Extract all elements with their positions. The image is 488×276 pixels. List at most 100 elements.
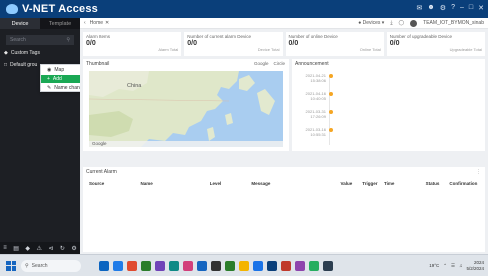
devices-dropdown[interactable]: ● Devices ▾ — [358, 20, 384, 26]
minimize-button[interactable]: – — [460, 4, 464, 12]
column-header-message[interactable]: Message — [251, 181, 340, 186]
sidebar-search-input[interactable]: Search ⚲ — [6, 35, 74, 45]
breadcrumb-home[interactable]: Home — [90, 20, 103, 26]
user-icon[interactable]: ☻ — [427, 4, 434, 12]
sidebar-item-custom-tags[interactable]: ◆ Custom Tags — [0, 48, 80, 58]
column-header-trigger[interactable]: Trigger — [362, 181, 384, 186]
announcement-timestamp: 2021-04-21 15:38:06 — [302, 73, 326, 83]
taskbar-search-input[interactable]: ⚲ Search — [21, 259, 81, 272]
taskbar-app-icon[interactable] — [141, 260, 151, 271]
taskbar-app-icon[interactable] — [239, 260, 249, 271]
column-header-source[interactable]: Source — [89, 181, 140, 186]
close-button[interactable]: ✕ — [478, 4, 484, 12]
stat-sub-label: Alarm Total — [158, 47, 179, 52]
taskbar-app-icon[interactable] — [169, 260, 179, 271]
column-header-time[interactable]: Time — [384, 181, 426, 186]
network-icon[interactable]: ☰ — [451, 263, 455, 269]
list-item[interactable]: 2021-04-16 10:40:05 — [302, 91, 333, 109]
current-alarm-panel: Current Alarm ⋮ Source Name Level Messag… — [83, 167, 485, 252]
settings-icon[interactable]: ⚙ — [440, 4, 446, 12]
tab-template[interactable]: Template — [40, 18, 80, 29]
stat-sub-label: Device Total — [257, 47, 280, 52]
settings-icon[interactable]: ⚙ — [71, 245, 76, 252]
notification-icon[interactable]: ◯ — [399, 20, 405, 26]
search-placeholder: Search — [10, 37, 26, 43]
maximize-button[interactable]: □ — [469, 4, 473, 12]
column-header-value[interactable]: Value — [340, 181, 362, 186]
taskbar-app-icon[interactable] — [183, 260, 193, 271]
stat-label: Number of upgradeable Device — [389, 34, 453, 39]
main-content: ‹ Home ✕ ● Devices ▾ ⤓ ◯ TEAM_IOT_BYMON_… — [80, 18, 488, 254]
list-item[interactable]: 2021-03-16 10:55:31 — [302, 127, 333, 145]
refresh-icon[interactable]: ↻ — [60, 245, 65, 252]
stat-card-current-alarm-device: Number of current alarm Device 0/0 Devic… — [184, 32, 283, 56]
search-icon[interactable]: ⚲ — [66, 37, 70, 43]
map-label-china: China — [127, 83, 142, 89]
map-controls: Google Circle — [254, 61, 285, 66]
alarm-icon[interactable]: ⚠ — [36, 245, 41, 252]
menu-icon[interactable]: ≡ — [3, 245, 7, 251]
taskbar-app-icon[interactable] — [309, 260, 319, 271]
column-header-level[interactable]: Level — [210, 181, 252, 186]
taskbar-app-icon[interactable] — [113, 260, 123, 271]
windows-start-icon[interactable] — [6, 260, 16, 271]
taskbar-app-icon[interactable] — [127, 260, 137, 271]
add-icon: + — [47, 76, 50, 82]
taskbar-apps — [99, 260, 333, 271]
stat-label: Number of current alarm Device — [187, 34, 252, 39]
tray-chevron-icon[interactable]: ⌃ — [443, 263, 447, 269]
help-icon[interactable]: ? — [451, 4, 455, 12]
list-item[interactable]: 2021-04-21 15:38:06 — [302, 73, 333, 91]
taskbar-app-icon[interactable] — [155, 260, 165, 271]
weather-label: 19°C — [429, 263, 440, 268]
menu-item-label: Add — [52, 76, 62, 82]
taskbar-app-icon[interactable] — [295, 260, 305, 271]
column-header-confirmation[interactable]: Confirmation — [449, 181, 479, 186]
download-icon[interactable]: ⤓ — [390, 20, 392, 26]
user-name[interactable]: TEAM_IOT_BYMON_sinab — [423, 20, 484, 26]
timeline-dot — [329, 74, 333, 78]
message-icon[interactable]: ✉ — [417, 4, 423, 12]
column-header-status[interactable]: Status — [426, 181, 450, 186]
taskbar-app-icon[interactable] — [323, 260, 333, 271]
tab-device[interactable]: Device — [0, 18, 40, 29]
timeline-dot — [329, 92, 333, 96]
taskbar: ⚲ Search 19°C ⌃ ☰ ♫ 2024 5/2/2024 — [0, 254, 488, 276]
search-icon: ⚲ — [25, 262, 29, 269]
tag-icon: ◆ — [4, 50, 8, 56]
share-icon[interactable]: ⊲ — [48, 245, 53, 252]
map-graphic — [89, 71, 283, 147]
edit-icon: ✎ — [47, 85, 52, 91]
taskbar-app-icon[interactable] — [211, 260, 221, 271]
stat-card-online-device: Number of online Device 0/0 Online Total — [285, 32, 384, 56]
taskbar-search-label: Search — [31, 262, 48, 269]
sidebar-tabs: Device Template — [0, 18, 80, 29]
map-type-google[interactable]: Google — [254, 61, 269, 66]
map-icon: ◉ — [47, 67, 52, 73]
taskbar-app-icon[interactable] — [99, 260, 109, 271]
column-header-name[interactable]: Name — [140, 181, 209, 186]
map-type-circle[interactable]: Circle — [273, 61, 285, 66]
cloud-logo-icon — [6, 4, 18, 14]
taskbar-app-icon[interactable] — [253, 260, 263, 271]
stat-card-alarm-items: Alarm Items 0/0 Alarm Total — [83, 32, 182, 56]
stat-label: Alarm Items — [86, 34, 111, 39]
announcement-title: Announcement — [295, 61, 329, 67]
tag-icon[interactable]: ◆ — [25, 245, 30, 252]
close-tab-icon[interactable]: ✕ — [105, 20, 109, 26]
timeline-dot — [329, 110, 333, 114]
list-item[interactable]: 2021-03-31 17:26:09 — [302, 109, 333, 127]
back-icon[interactable]: ‹ — [84, 20, 86, 26]
volume-icon[interactable]: ♫ — [459, 263, 462, 268]
taskbar-app-icon[interactable] — [225, 260, 235, 271]
taskbar-app-icon[interactable] — [281, 260, 291, 271]
taskbar-app-icon[interactable] — [197, 260, 207, 271]
clock[interactable]: 2024 5/2/2024 — [466, 260, 484, 271]
map-footer-brand: Google — [92, 141, 107, 146]
map-view[interactable]: China Google — [89, 71, 283, 147]
taskbar-app-icon[interactable] — [267, 260, 277, 271]
more-icon[interactable]: ⋮ — [476, 169, 481, 175]
avatar[interactable] — [410, 19, 418, 27]
list-icon[interactable]: ▤ — [13, 245, 19, 252]
announcement-list: 2021-04-21 15:38:06 2021-04-16 10:40:05 20… — [302, 73, 333, 145]
